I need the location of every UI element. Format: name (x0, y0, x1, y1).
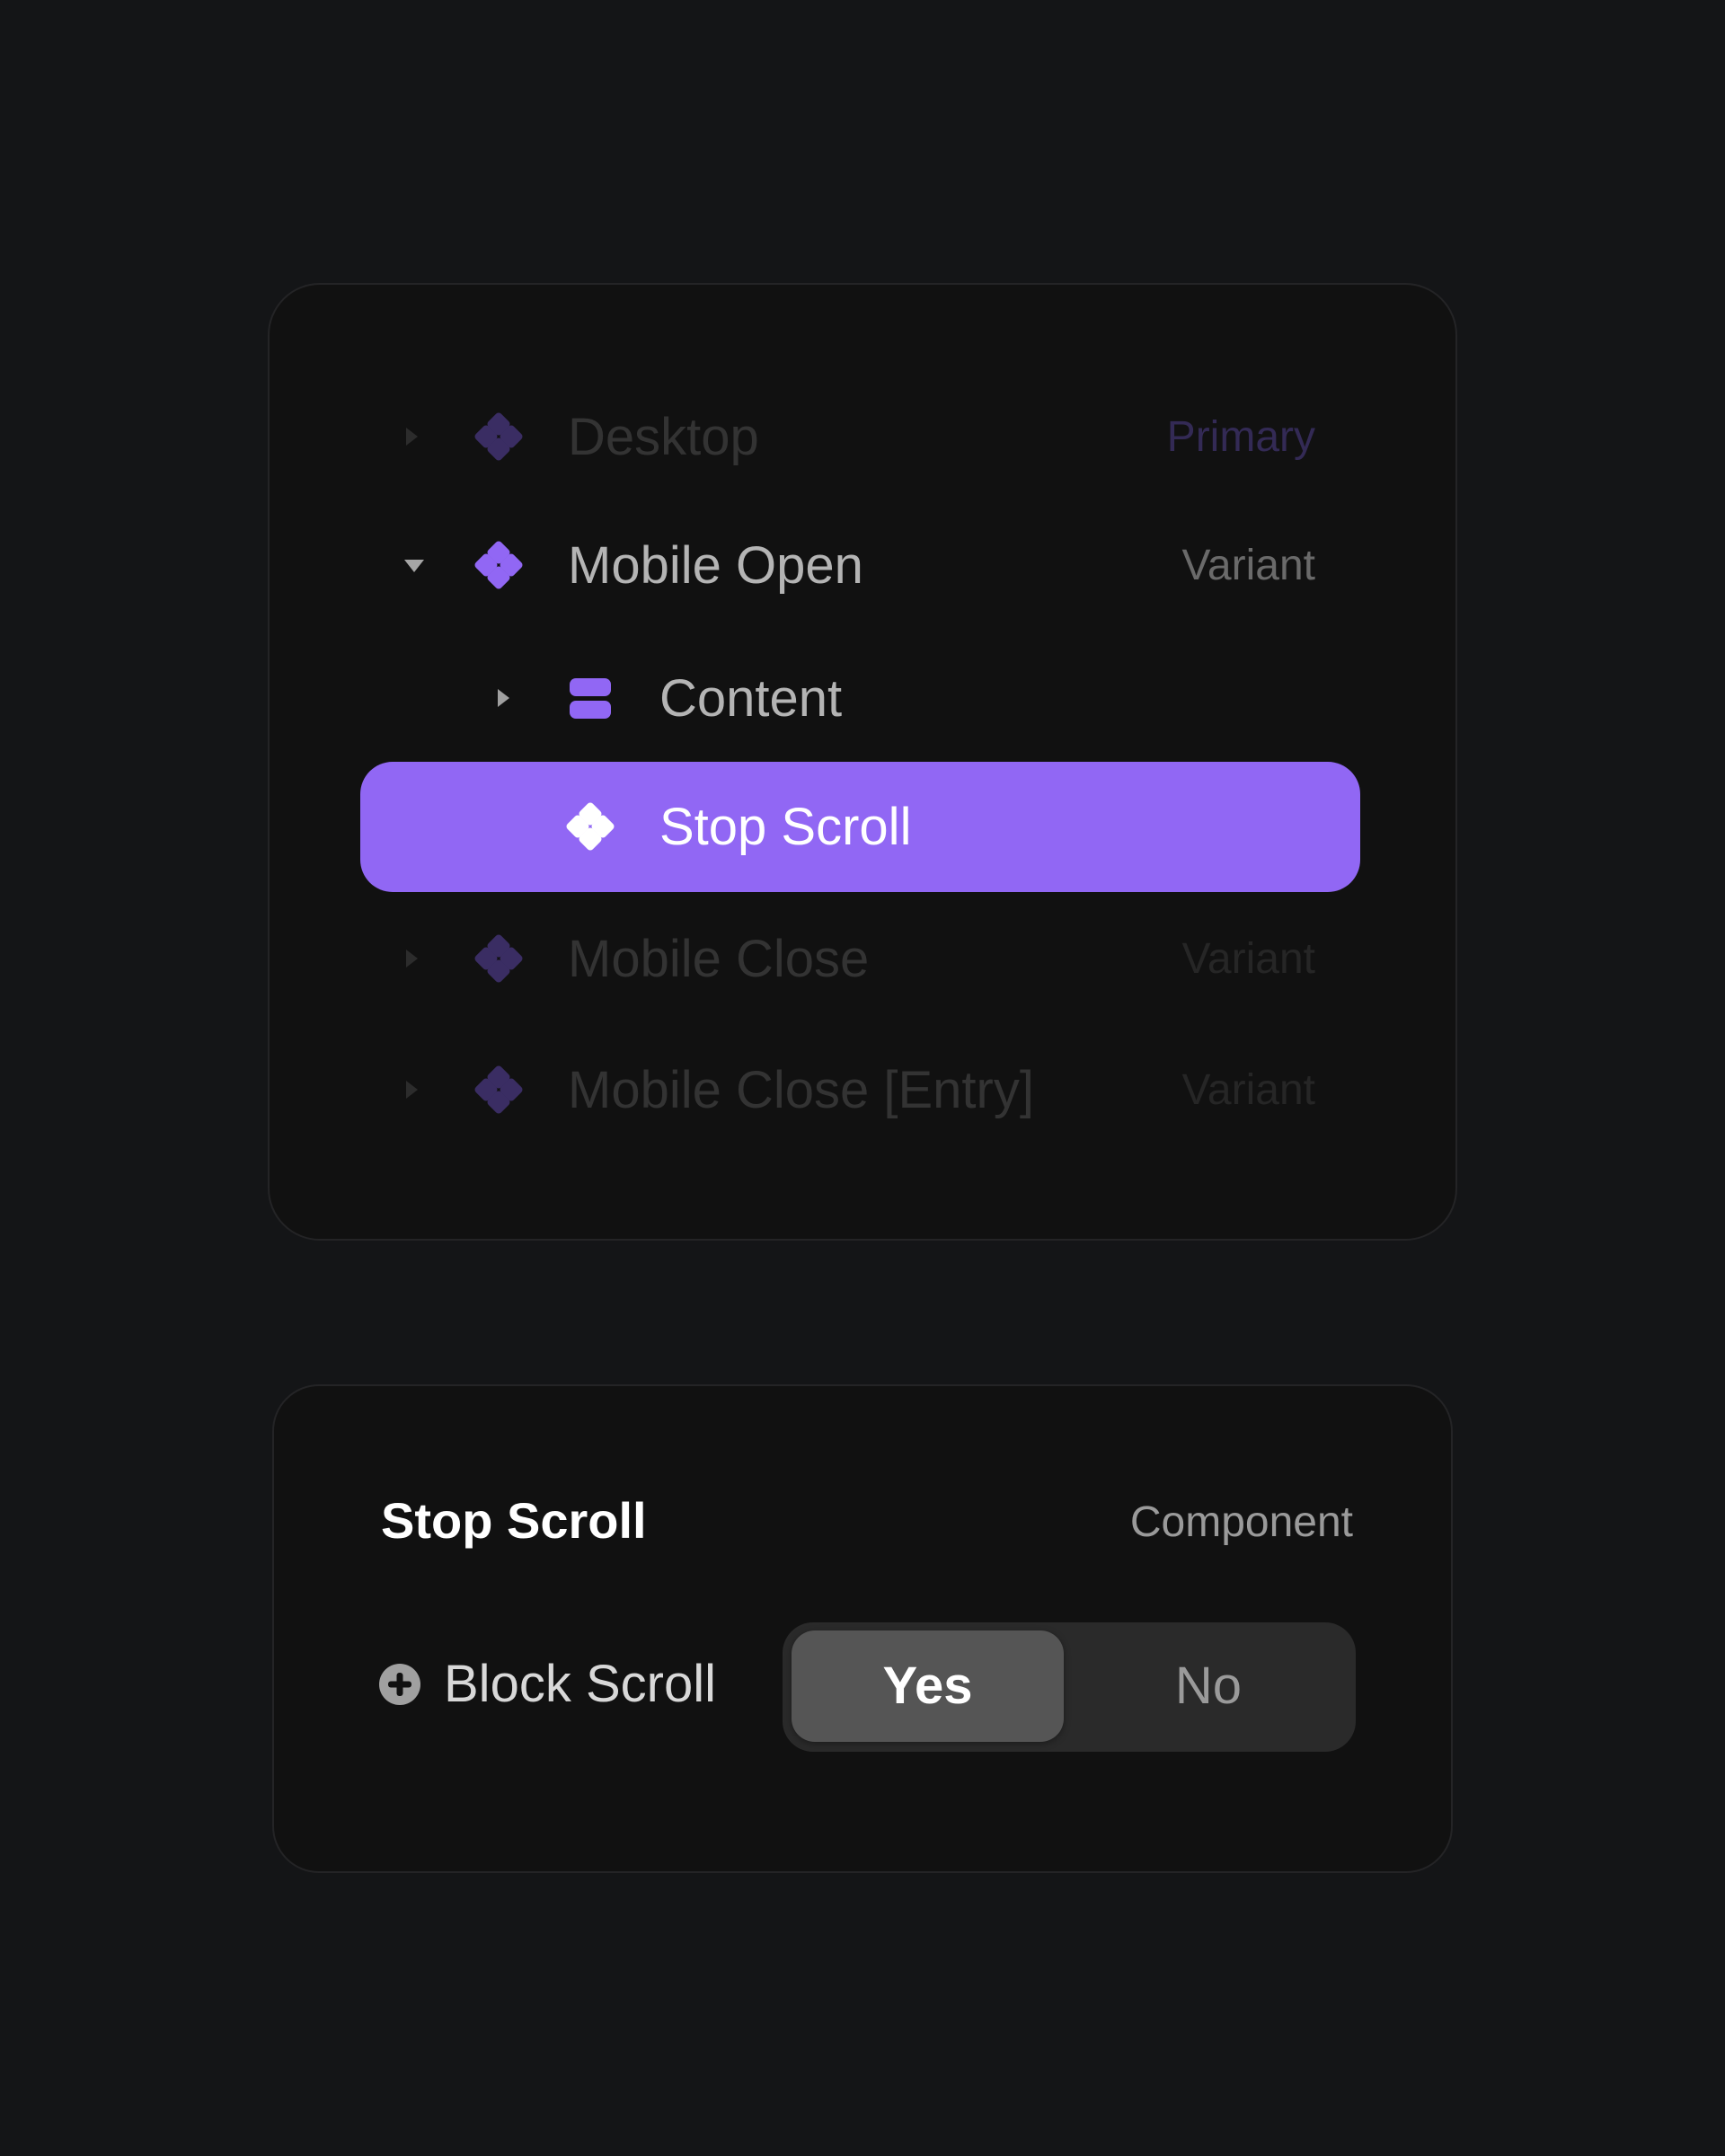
option-no-button[interactable]: No (1070, 1630, 1347, 1742)
component-properties-panel: Stop Scroll Component Block Scroll Yes N… (272, 1384, 1453, 1873)
layer-label: Stop Scroll (659, 798, 912, 856)
expand-caret-icon[interactable] (406, 950, 418, 968)
frame-stack-icon (570, 678, 611, 719)
layer-tag: Primary (1166, 413, 1315, 461)
layer-row-mobile-close-entry[interactable]: Mobile Close [Entry] Variant (270, 1025, 1455, 1155)
layer-tag: Variant (1181, 1066, 1315, 1114)
layer-label: Mobile Open (568, 536, 863, 595)
layer-label: Mobile Close (568, 930, 870, 988)
expand-caret-icon[interactable] (406, 428, 418, 446)
block-scroll-segmented-control[interactable]: Yes No (783, 1622, 1356, 1752)
expand-caret-icon[interactable] (406, 1081, 418, 1099)
layer-label: Desktop (568, 408, 759, 466)
layers-panel: Desktop Primary Mobile Open Variant Cont… (268, 283, 1457, 1241)
component-title: Stop Scroll (381, 1492, 647, 1549)
option-yes-button[interactable]: Yes (792, 1630, 1064, 1742)
property-label: Block Scroll (444, 1655, 716, 1713)
layer-row-stop-scroll[interactable]: Stop Scroll (270, 762, 1455, 892)
component-icon (474, 934, 523, 983)
layer-row-mobile-open[interactable]: Mobile Open Variant (270, 500, 1455, 631)
layer-row-content[interactable]: Content (270, 633, 1455, 764)
collapse-caret-icon[interactable] (404, 560, 424, 572)
layer-row-desktop[interactable]: Desktop Primary (270, 372, 1455, 502)
layer-tag: Variant (1181, 935, 1315, 983)
expand-caret-icon[interactable] (498, 689, 509, 707)
layer-tag: Variant (1181, 542, 1315, 589)
plus-circle-icon[interactable] (379, 1664, 420, 1705)
component-icon (474, 412, 523, 461)
component-icon (474, 541, 523, 589)
component-icon (566, 802, 615, 851)
component-icon (474, 1065, 523, 1114)
layer-label: Content (659, 669, 843, 728)
layer-label: Mobile Close [Entry] (568, 1061, 1034, 1119)
layer-row-mobile-close[interactable]: Mobile Close Variant (270, 894, 1455, 1024)
component-type-label: Component (1129, 1498, 1353, 1546)
